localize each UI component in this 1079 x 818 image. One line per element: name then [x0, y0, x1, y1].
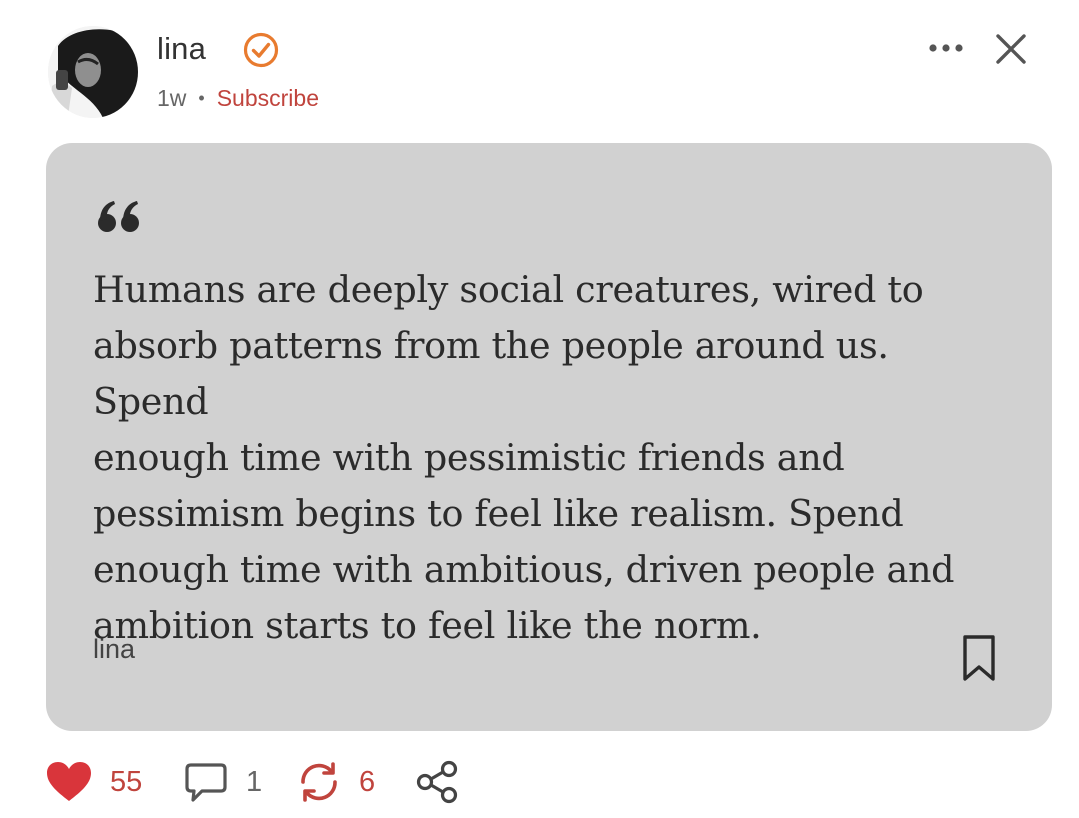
post-meta: 1w • Subscribe: [157, 84, 319, 112]
close-icon[interactable]: [990, 28, 1032, 70]
comment-count: 1: [246, 765, 263, 798]
restack-button[interactable]: 6: [297, 756, 375, 808]
more-options-icon[interactable]: [925, 34, 969, 62]
verified-badge-icon: [243, 32, 279, 68]
author-avatar[interactable]: [48, 26, 138, 118]
quote-mark-icon: [98, 201, 139, 232]
meta-separator: •: [198, 88, 205, 108]
heart-icon: [47, 762, 91, 801]
share-button[interactable]: [414, 756, 462, 808]
like-button[interactable]: 55: [46, 756, 142, 808]
bookmark-icon[interactable]: [958, 632, 1000, 684]
quote-author: lina: [93, 634, 136, 664]
restack-count: 6: [359, 765, 376, 798]
comment-bubble-icon: [185, 763, 227, 802]
comment-button[interactable]: 1: [184, 756, 262, 808]
post-timestamp: 1w: [157, 85, 187, 111]
quote-text: Humans are deeply social creatures, wire…: [93, 268, 955, 647]
share-icon: [416, 760, 458, 804]
author-name[interactable]: lina: [157, 30, 206, 67]
like-count: 55: [110, 765, 143, 798]
subscribe-link[interactable]: Subscribe: [217, 85, 319, 111]
restack-icon: [301, 762, 337, 802]
